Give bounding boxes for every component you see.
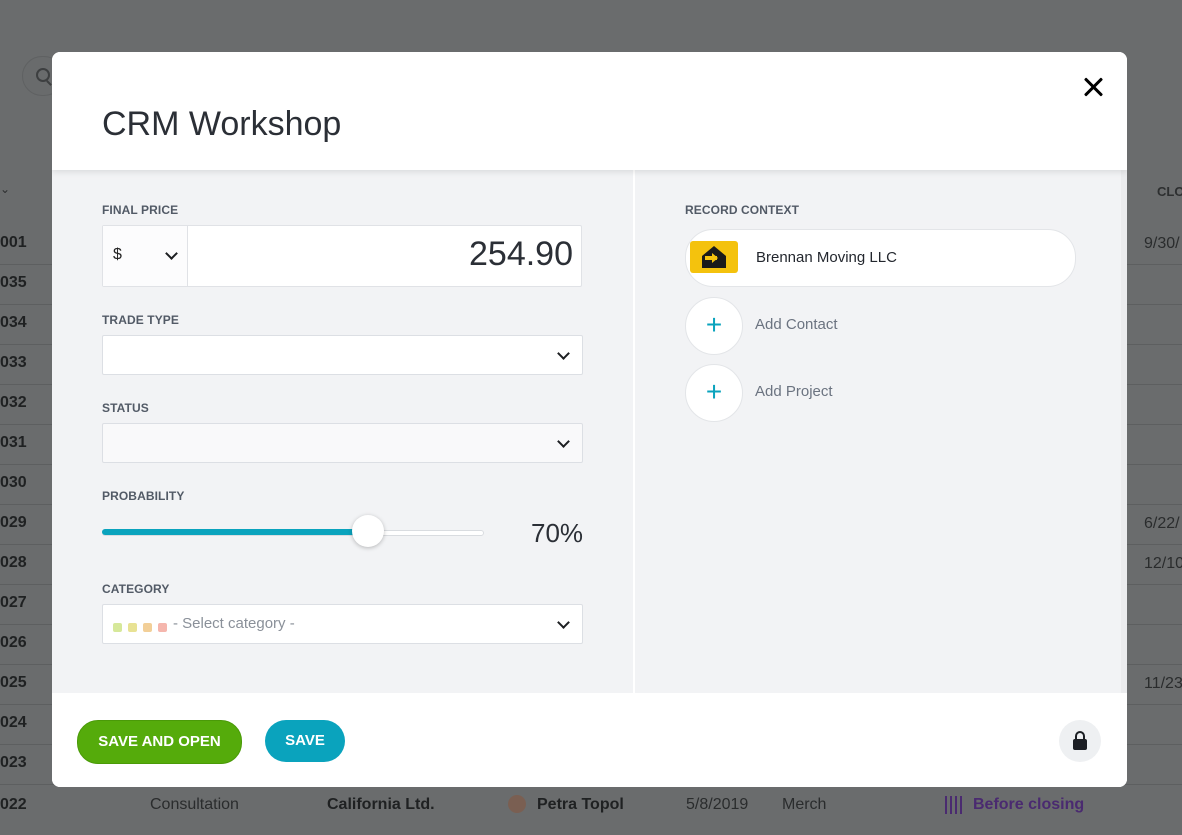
add-project-button[interactable]: + <box>685 364 743 422</box>
final-price-field: $ 254.90 <box>102 225 582 287</box>
category-color-dot <box>158 623 167 632</box>
row-stage: Before closing <box>973 796 1085 813</box>
row-id: 033 <box>0 354 27 371</box>
category-color-dot <box>143 623 152 632</box>
row-person: Petra Topol <box>537 796 624 813</box>
status-label: STATUS <box>102 401 149 415</box>
close-icon[interactable] <box>1080 74 1106 100</box>
save-button[interactable]: SAVE <box>265 720 345 762</box>
final-price-input[interactable]: 254.90 <box>469 235 573 274</box>
probability-slider-fill <box>102 529 368 535</box>
row-date: 6/22/ <box>1144 515 1180 532</box>
row-id: 027 <box>0 594 27 611</box>
row-date: 11/23 <box>1144 675 1182 692</box>
row-date: 5/8/2019 <box>686 796 749 813</box>
row-id: 026 <box>0 634 27 651</box>
lock-button[interactable] <box>1059 720 1101 762</box>
plus-icon: + <box>705 309 723 340</box>
row-id: 028 <box>0 554 27 571</box>
row-id: 030 <box>0 474 27 491</box>
category-color-dot <box>128 623 137 632</box>
probability-value: 70% <box>531 518 584 548</box>
background-table-row: 022 Consultation California Ltd. Petra T… <box>0 785 1182 825</box>
row-id: 023 <box>0 754 27 771</box>
add-contact-button[interactable]: + <box>685 297 743 355</box>
trade-type-label: TRADE TYPE <box>102 313 180 327</box>
row-date: 9/30/ <box>1144 235 1180 252</box>
plus-icon: + <box>705 376 723 407</box>
background-column-header: CLO <box>1157 184 1182 199</box>
currency-symbol: $ <box>113 246 122 263</box>
row-company: California Ltd. <box>327 796 435 813</box>
row-id: 024 <box>0 714 27 731</box>
final-price-label: FINAL PRICE <box>102 203 179 217</box>
row-id: 035 <box>0 274 27 291</box>
modal-title: CRM Workshop <box>102 105 342 143</box>
category-color-dot <box>113 623 122 632</box>
lock-icon-body <box>1073 739 1087 750</box>
row-id: 032 <box>0 394 27 411</box>
company-logo <box>690 241 738 273</box>
stage-bars-icon <box>945 796 963 814</box>
row-id: 031 <box>0 434 27 451</box>
add-contact-label[interactable]: Add Contact <box>755 316 838 333</box>
chevron-down-icon <box>557 616 570 629</box>
row-id: 034 <box>0 314 27 331</box>
crm-modal: CRM Workshop FINAL PRICE $ 254.90 TRADE … <box>52 52 1127 787</box>
chevron-down-icon <box>557 435 570 448</box>
company-name: Brennan Moving LLC <box>756 249 897 266</box>
category-select[interactable]: - Select category - <box>102 604 583 644</box>
chevron-down-icon <box>557 347 570 360</box>
category-color-dots <box>113 619 173 637</box>
search-icon <box>36 68 50 82</box>
probability-label: PROBABILITY <box>102 489 185 503</box>
row-id: 029 <box>0 514 27 531</box>
scrollbar[interactable] <box>1121 170 1127 693</box>
add-project-label[interactable]: Add Project <box>755 383 833 400</box>
row-type: Consultation <box>150 796 239 813</box>
probability-slider-handle[interactable] <box>352 515 384 547</box>
currency-select[interactable]: $ <box>103 226 188 286</box>
trade-type-select[interactable] <box>102 335 583 375</box>
avatar <box>508 795 526 813</box>
record-context-label: RECORD CONTEXT <box>685 203 800 217</box>
row-category: Merch <box>782 796 827 813</box>
status-select[interactable] <box>102 423 583 463</box>
category-placeholder: - Select category - <box>173 615 295 632</box>
chevron-down-icon: ⌄ <box>0 182 11 196</box>
row-id: 001 <box>0 234 27 251</box>
row-id: 025 <box>0 674 27 691</box>
row-id: 022 <box>0 796 27 813</box>
chevron-down-icon <box>165 247 178 260</box>
save-and-open-button[interactable]: SAVE AND OPEN <box>77 720 242 764</box>
house-arrow-icon <box>702 246 726 268</box>
row-date: 12/10 <box>1144 555 1182 572</box>
company-context-item[interactable]: Brennan Moving LLC <box>685 229 1076 287</box>
modal-header: CRM Workshop <box>52 52 1127 170</box>
category-label: CATEGORY <box>102 582 170 596</box>
